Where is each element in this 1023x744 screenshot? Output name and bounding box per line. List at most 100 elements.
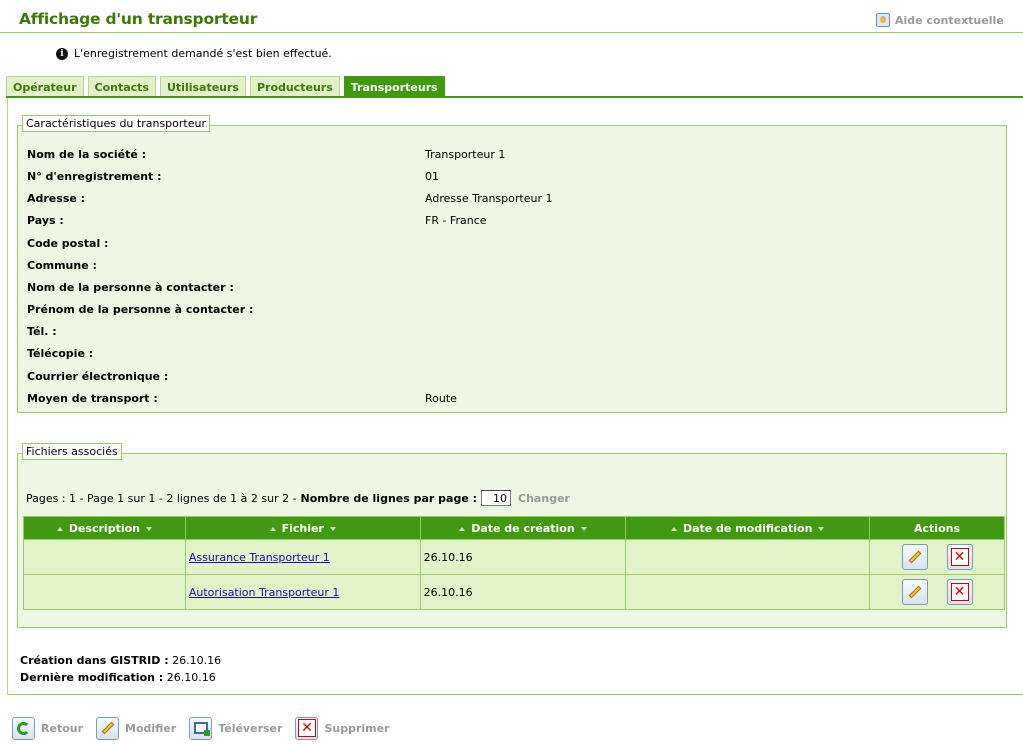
field-label: Prénom de la personne à contacter : <box>27 303 254 316</box>
sort-desc-icon[interactable] <box>329 526 336 531</box>
column-header-created[interactable]: Date de création <box>419 516 627 540</box>
files-table: Description Fichier Date de création Dat… <box>23 516 1005 610</box>
bottom-toolbar: Retour Modifier Téléverser ✕ Supprimer <box>12 716 402 740</box>
cell-description <box>23 539 186 575</box>
field-value: FR - France <box>425 214 487 227</box>
table-row: Autorisation Transporteur 1 26.10.16 ✕ <box>23 574 1005 610</box>
sort-asc-icon[interactable] <box>269 526 276 531</box>
column-label[interactable]: Fichier <box>282 522 324 535</box>
field-value: Adresse Transporteur 1 <box>425 192 553 205</box>
field-label: Tél. : <box>27 325 57 338</box>
delete-file-button[interactable]: ✕ <box>946 579 973 605</box>
back-icon[interactable] <box>12 716 35 740</box>
modified-label: Dernière modification : <box>20 671 164 684</box>
field-label: N° d'enregistrement : <box>27 170 162 183</box>
field-label: Adresse : <box>27 192 86 205</box>
modified-value: 26.10.16 <box>166 671 216 684</box>
tab-producteurs[interactable]: Producteurs <box>249 76 340 97</box>
sort-asc-icon[interactable] <box>459 526 466 531</box>
back-button[interactable]: Retour <box>12 716 83 740</box>
field-value: Route <box>425 392 457 405</box>
field-label: Code postal : <box>27 237 109 250</box>
column-header-modified[interactable]: Date de modification <box>625 516 871 540</box>
help-link[interactable]: Aide contextuelle <box>876 13 1004 27</box>
upload-icon[interactable] <box>189 716 213 740</box>
help-label[interactable]: Aide contextuelle <box>895 14 1004 27</box>
sort-desc-icon[interactable] <box>580 526 587 531</box>
title-bar: Affichage d'un transporteur Aide context… <box>0 3 1023 33</box>
tab-contacts[interactable]: Contacts <box>87 76 156 97</box>
cell-file: Autorisation Transporteur 1 <box>184 574 421 610</box>
modification-info: Dernière modification : 26.10.16 <box>20 671 216 684</box>
cell-file: Assurance Transporteur 1 <box>184 539 421 575</box>
column-label[interactable]: Date de modification <box>683 522 812 535</box>
edit-file-button[interactable] <box>901 579 928 605</box>
carrier-fieldset: Caractéristiques du transporteur Nom de … <box>17 115 1007 413</box>
cell-actions: ✕ <box>869 539 1005 575</box>
files-fieldset: Fichiers associés Pages : 1 - Page 1 sur… <box>17 443 1007 628</box>
confirmation-text: L'enregistrement demandé s'est bien effe… <box>74 47 332 60</box>
rows-per-page-label: Nombre de lignes par page : <box>300 491 478 505</box>
sort-asc-icon[interactable] <box>670 526 677 531</box>
table-header-row: Description Fichier Date de création Dat… <box>23 516 1005 540</box>
delete-file-button[interactable]: ✕ <box>946 544 973 570</box>
pager-text: Pages : 1 - Page 1 sur 1 - 2 lignes de 1… <box>26 491 297 505</box>
field-label: Nom de la personne à contacter : <box>27 281 234 294</box>
confirmation-message: i L'enregistrement demandé s'est bien ef… <box>56 47 332 60</box>
delete-label[interactable]: Supprimer <box>324 722 389 735</box>
created-value: 26.10.16 <box>172 654 222 667</box>
field-label: Télécopie : <box>27 347 94 360</box>
sort-desc-icon[interactable] <box>818 526 825 531</box>
field-label: Courrier électronique : <box>27 370 169 383</box>
delete-icon: ✕ <box>950 583 969 601</box>
pencil-icon <box>908 585 921 599</box>
sort-desc-icon[interactable] <box>146 526 152 531</box>
files-legend: Fichiers associés <box>22 443 122 460</box>
cell-created: 26.10.16 <box>419 539 627 575</box>
tab-operateur[interactable]: Opérateur <box>6 76 84 97</box>
help-icon[interactable] <box>876 13 890 27</box>
change-button[interactable]: Changer <box>518 492 570 505</box>
column-label[interactable]: Date de création <box>471 522 575 535</box>
field-value: 01 <box>425 170 439 183</box>
field-label: Pays : <box>27 214 64 227</box>
cell-modified <box>625 574 871 610</box>
field-label: Commune : <box>27 259 97 272</box>
column-header-description[interactable]: Description <box>23 516 186 540</box>
delete-icon: ✕ <box>950 548 969 566</box>
tab-utilisateurs[interactable]: Utilisateurs <box>159 76 246 97</box>
file-link[interactable]: Assurance Transporteur 1 <box>189 551 330 564</box>
cell-modified <box>625 539 871 575</box>
tab-bar: Opérateur Contacts Utilisateurs Producte… <box>6 76 445 97</box>
main-panel: Caractéristiques du transporteur Nom de … <box>7 98 1023 695</box>
delete-icon[interactable]: ✕ <box>295 716 319 740</box>
edit-button[interactable]: Modifier <box>96 716 176 740</box>
carrier-legend: Caractéristiques du transporteur <box>22 115 210 132</box>
column-header-file[interactable]: Fichier <box>184 516 421 540</box>
upload-label[interactable]: Téléverser <box>218 722 282 735</box>
upload-button[interactable]: Téléverser <box>189 716 282 740</box>
edit-label[interactable]: Modifier <box>125 722 176 735</box>
back-label[interactable]: Retour <box>41 722 83 735</box>
pencil-icon[interactable] <box>96 716 120 740</box>
tab-transporteurs[interactable]: Transporteurs <box>343 76 445 97</box>
page-title: Affichage d'un transporteur <box>19 10 258 28</box>
created-label: Création dans GISTRID : <box>20 654 169 667</box>
rows-per-page-input[interactable] <box>481 490 512 506</box>
pencil-icon <box>908 550 921 564</box>
delete-button[interactable]: ✕ Supprimer <box>295 716 389 740</box>
sort-asc-icon[interactable] <box>56 526 63 531</box>
column-header-actions: Actions <box>869 516 1005 540</box>
field-value: Transporteur 1 <box>425 148 506 161</box>
edit-file-button[interactable] <box>901 544 928 570</box>
table-row: Assurance Transporteur 1 26.10.16 ✕ <box>23 539 1005 575</box>
field-label: Moyen de transport : <box>27 392 158 405</box>
pager: Pages : 1 - Page 1 sur 1 - 2 lignes de 1… <box>26 490 570 506</box>
cell-created: 26.10.16 <box>419 574 627 610</box>
field-label: Nom de la société : <box>27 148 147 161</box>
column-label[interactable]: Description <box>69 522 140 535</box>
file-link[interactable]: Autorisation Transporteur 1 <box>189 586 340 599</box>
info-icon: i <box>56 47 68 60</box>
creation-info: Création dans GISTRID : 26.10.16 <box>20 654 221 667</box>
cell-description <box>23 574 186 610</box>
